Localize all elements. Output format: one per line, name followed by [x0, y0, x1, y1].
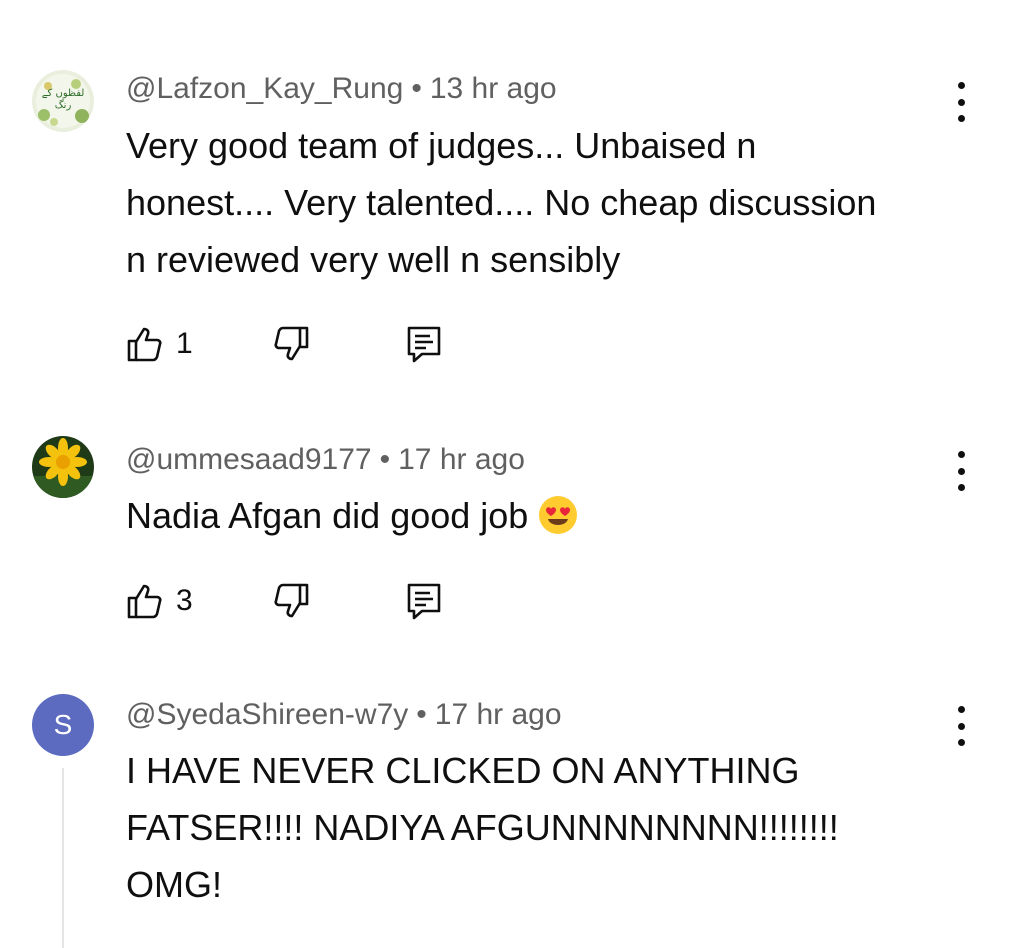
avatar-letter: S	[53, 709, 73, 740]
avatar-text: لفظوں کے رنگ	[41, 88, 85, 111]
dislike-button[interactable]	[272, 324, 310, 364]
reply-icon	[407, 583, 441, 620]
comment-text-line: OMG!	[126, 864, 222, 905]
comment-meta: @ummesaad9177 • 17 hr ago	[126, 443, 525, 477]
reply-button[interactable]	[406, 581, 442, 621]
meta-separator: •	[416, 698, 427, 731]
comment-author[interactable]: @Lafzon_Kay_Rung	[126, 72, 403, 105]
more-options-button[interactable]	[946, 451, 976, 491]
more-vertical-icon	[957, 82, 965, 89]
more-options-button[interactable]	[946, 82, 976, 122]
avatar[interactable]: لفظوں کے رنگ	[32, 70, 94, 132]
more-vertical-icon	[957, 451, 965, 458]
thumb-down-icon	[274, 583, 309, 618]
comment-text-line: honest.... Very talented.... No cheap di…	[126, 182, 877, 223]
avatar[interactable]	[32, 436, 94, 498]
comment-text-line: FATSER!!!! NADIYA AFGUNNNNNNNN!!!!!!!!	[126, 807, 839, 848]
comment-text-content: Nadia Afgan did good job	[126, 495, 529, 536]
meta-separator: •	[411, 72, 422, 105]
avatar[interactable]: S	[32, 694, 94, 756]
reply-button[interactable]	[406, 324, 442, 364]
meta-separator: •	[379, 443, 391, 476]
comment-author[interactable]: @ummesaad9177	[126, 443, 372, 476]
comment-meta: @SyedaShireen-w7y • 17 hr ago	[126, 698, 562, 732]
comment-text-line: I HAVE NEVER CLICKED ON ANYTHING	[126, 750, 800, 791]
comment-text: Nadia Afgan did good job	[126, 487, 956, 551]
more-vertical-icon	[957, 706, 965, 713]
thumb-up-icon	[127, 584, 162, 619]
comment-text-line: n reviewed very well n sensibly	[126, 239, 621, 280]
comment-meta: @Lafzon_Kay_Rung • 13 hr ago	[126, 72, 557, 106]
like-count: 3	[176, 584, 193, 617]
like-button[interactable]: 3	[126, 581, 193, 621]
thumb-up-icon	[127, 327, 162, 362]
comment-time[interactable]: 13 hr ago	[430, 72, 557, 105]
heart-eyes-emoji-icon	[538, 494, 578, 551]
more-options-button[interactable]	[946, 706, 976, 746]
comment-text: Very good team of judges... Unbaised n h…	[126, 117, 956, 288]
reply-icon	[407, 326, 441, 363]
comment-time[interactable]: 17 hr ago	[398, 443, 525, 476]
thread-line	[62, 768, 64, 948]
comment-author[interactable]: @SyedaShireen-w7y	[126, 698, 408, 731]
like-button[interactable]: 1	[126, 324, 193, 364]
comment-text: I HAVE NEVER CLICKED ON ANYTHING FATSER!…	[126, 742, 956, 913]
comment-time[interactable]: 17 hr ago	[435, 698, 562, 731]
comment-text-line: Very good team of judges... Unbaised n	[126, 125, 757, 166]
like-count: 1	[176, 327, 193, 360]
thumb-down-icon	[274, 326, 309, 361]
comment-text-line: Nadia Afgan did good job	[126, 487, 956, 551]
dislike-button[interactable]	[272, 581, 310, 621]
